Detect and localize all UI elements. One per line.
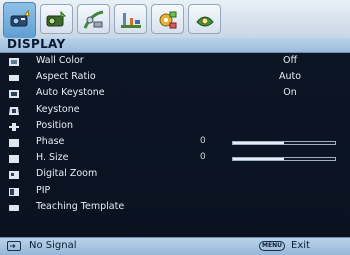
pip-icon — [9, 187, 19, 196]
display-tab-icon — [10, 9, 30, 27]
menu-item-wall-color[interactable]: Wall Color Off — [0, 54, 350, 70]
menu-item-h-size[interactable]: H. Size 0 — [0, 151, 350, 167]
tab-information[interactable] — [188, 4, 221, 34]
phase-icon — [9, 138, 19, 147]
page-title: DISPLAY — [7, 37, 66, 51]
tab-picture[interactable] — [40, 4, 73, 34]
menu-item-digital-zoom[interactable]: Digital Zoom — [0, 167, 350, 183]
menu-item-pip[interactable]: PIP — [0, 184, 350, 200]
menu-item-label: Auto Keystone — [36, 87, 105, 99]
h-size-slider[interactable] — [232, 157, 336, 162]
menu-item-auto-keystone[interactable]: Auto Keystone On — [0, 86, 350, 102]
menu-item-label: Position — [36, 119, 73, 131]
information-tab-icon — [196, 16, 214, 27]
system-setup-tab-icon — [121, 13, 141, 28]
menu-header: DISPLAY — [0, 37, 350, 53]
aspect-ratio-icon — [9, 75, 19, 82]
menu-item-label: Keystone — [36, 103, 80, 115]
phase-value: 0 — [200, 135, 206, 146]
h-size-icon — [9, 155, 19, 164]
menu-item-phase[interactable]: Phase 0 — [0, 135, 350, 151]
menu-button-icon[interactable]: MENU — [259, 241, 285, 251]
menu-item-value: On — [283, 87, 297, 99]
menu-item-label: PIP — [36, 184, 51, 196]
h-size-slider-fill — [233, 158, 284, 161]
tab-bar — [0, 0, 350, 38]
menu-item-label: Aspect Ratio — [36, 71, 96, 83]
signal-input-icon — [7, 241, 21, 251]
menu-item-label: H. Size — [36, 152, 69, 164]
picture-tab-icon — [46, 10, 66, 27]
tab-source[interactable] — [77, 4, 110, 34]
menu-item-teaching-template[interactable]: Teaching Template — [0, 200, 350, 216]
h-size-value: 0 — [200, 152, 206, 163]
keystone-icon — [9, 106, 19, 115]
signal-status: No Signal — [29, 240, 77, 251]
projector-osd-menu: DISPLAY Wall Color Off Aspect Ratio Auto… — [0, 0, 350, 255]
menu-item-value: Auto — [278, 71, 302, 83]
teaching-template-icon — [9, 204, 19, 211]
menu-item-label: Phase — [36, 135, 65, 147]
menu-item-keystone[interactable]: Keystone — [0, 103, 350, 119]
exit-label: Exit — [291, 240, 310, 251]
auto-keystone-icon — [9, 90, 19, 99]
menu-item-position[interactable]: Position — [0, 119, 350, 135]
wall-color-icon — [9, 58, 19, 66]
phase-slider-fill — [233, 141, 284, 144]
digital-zoom-icon — [9, 171, 19, 180]
phase-slider[interactable] — [232, 140, 336, 145]
position-icon — [9, 122, 19, 131]
menu-item-label: Digital Zoom — [36, 168, 98, 180]
advanced-tab-icon — [159, 11, 177, 29]
tab-advanced[interactable] — [151, 4, 184, 34]
menu-list: Wall Color Off Aspect Ratio Auto Auto Ke… — [0, 54, 350, 216]
tab-system-setup[interactable] — [114, 4, 147, 34]
source-tab-icon — [83, 10, 104, 29]
menu-item-aspect-ratio[interactable]: Aspect Ratio Auto — [0, 70, 350, 86]
tab-display[interactable] — [3, 2, 36, 38]
footer-bar: No Signal MENU Exit — [0, 237, 350, 255]
menu-item-label: Wall Color — [36, 55, 84, 66]
menu-item-value: Off — [282, 55, 298, 66]
menu-item-label: Teaching Template — [36, 200, 125, 212]
